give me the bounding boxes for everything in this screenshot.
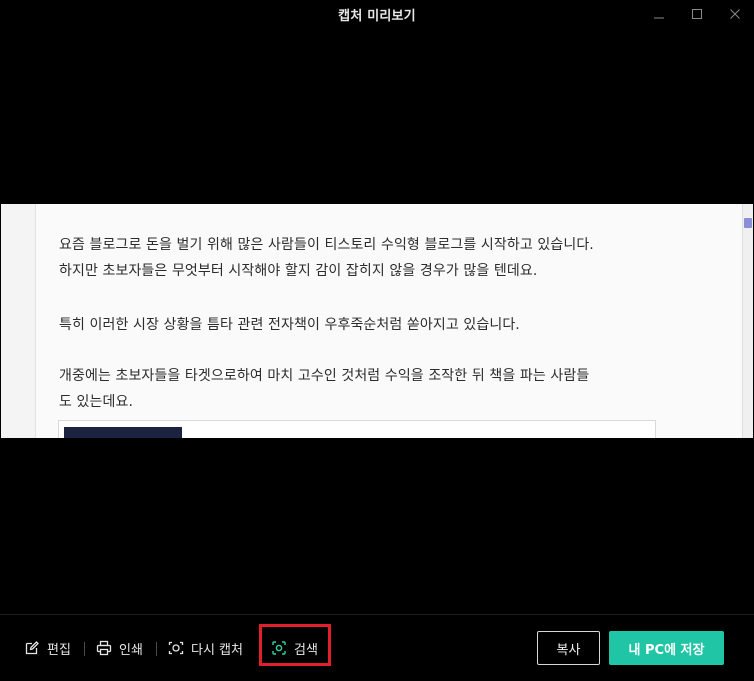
- captured-article-content: 요즘 블로그로 돈을 벌기 위해 많은 사람들이 티스토리 수익형 블로그를 시…: [36, 204, 742, 438]
- edit-label: 편집: [47, 642, 71, 658]
- print-label: 인쇄: [119, 642, 143, 658]
- pencil-icon: [25, 641, 39, 655]
- toolbar-divider: [156, 642, 157, 656]
- captured-left-margin: [1, 204, 36, 438]
- maximize-button[interactable]: [680, 0, 714, 28]
- edit-button[interactable]: 편집: [24, 636, 71, 660]
- capture-preview-window: 캡처 미리보기 요즘 블로그로 돈을 벌기 위해 많은 사람들이 티스토리 수익…: [0, 0, 754, 681]
- article-paragraph-3: 개중에는 초보자들을 타겟으로하여 마치 고수인 것처럼 수익을 조작한 뒤 책…: [59, 363, 699, 415]
- captured-image: 요즘 블로그로 돈을 벌기 위해 많은 사람들이 티스토리 수익형 블로그를 시…: [1, 204, 753, 438]
- captured-scrollbar: [742, 204, 753, 438]
- search-highlight-frame: [259, 624, 331, 666]
- captured-scroll-arrow-icon: [744, 218, 752, 228]
- minimize-icon: [654, 17, 664, 19]
- embedded-link-card: [58, 420, 656, 438]
- close-button[interactable]: [718, 0, 752, 28]
- toolbar-divider: [84, 642, 85, 656]
- article-paragraph-1: 요즘 블로그로 돈을 벌기 위해 많은 사람들이 티스토리 수익형 블로그를 시…: [59, 232, 699, 284]
- article-line: 하지만 초보자들은 무엇부터 시작해야 할지 감이 잡히지 않을 경우가 많을 …: [59, 263, 538, 279]
- maximize-icon: [692, 9, 702, 19]
- embedded-thumbnail: [64, 427, 182, 438]
- recapture-button[interactable]: 다시 캡처: [168, 636, 243, 660]
- article-line: 개중에는 초보자들을 타겟으로하여 마치 고수인 것처럼 수익을 조작한 뒤 책…: [59, 368, 590, 384]
- article-paragraph-2: 특히 이러한 시장 상황을 틈타 관련 전자책이 우후죽순처럼 쏟아지고 있습니…: [59, 312, 699, 338]
- bottom-toolbar: 편집 인쇄 다시 캡처 검색 복사 내 PC에 저장: [0, 614, 754, 681]
- preview-area: 요즘 블로그로 돈을 벌기 위해 많은 사람들이 티스토리 수익형 블로그를 시…: [0, 28, 754, 614]
- print-button[interactable]: 인쇄: [96, 636, 143, 660]
- save-to-pc-button[interactable]: 내 PC에 저장: [609, 631, 724, 665]
- recapture-label: 다시 캡처: [191, 642, 243, 658]
- camera-icon: [168, 641, 184, 655]
- article-line: 도 있는데요.: [59, 394, 134, 410]
- minimize-button[interactable]: [642, 0, 676, 28]
- article-line: 요즘 블로그로 돈을 벌기 위해 많은 사람들이 티스토리 수익형 블로그를 시…: [59, 237, 594, 253]
- copy-button[interactable]: 복사: [537, 631, 600, 665]
- close-icon: [730, 9, 740, 19]
- window-title: 캡처 미리보기: [338, 9, 416, 24]
- article-line: 특히 이러한 시장 상황을 틈타 관련 전자책이 우후죽순처럼 쏟아지고 있습니…: [59, 317, 520, 333]
- title-bar[interactable]: 캡처 미리보기: [0, 0, 754, 28]
- printer-icon: [96, 640, 112, 656]
